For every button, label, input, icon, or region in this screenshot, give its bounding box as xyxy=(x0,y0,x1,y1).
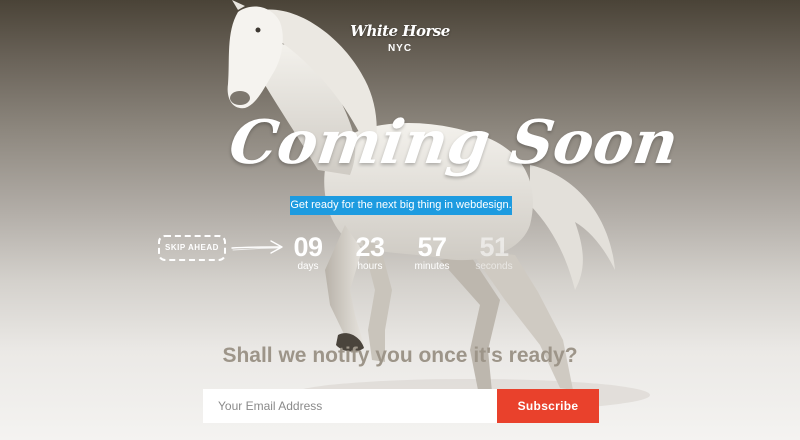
tagline-badge: Get ready for the next big thing in webd… xyxy=(290,196,512,215)
countdown-seconds: 51 seconds xyxy=(466,232,522,273)
brand-logo[interactable]: White Horse NYC xyxy=(350,22,450,54)
countdown-days: 09 days xyxy=(280,232,336,273)
horse-background-image xyxy=(227,0,650,411)
countdown-value: 57 xyxy=(417,232,447,262)
countdown-label: hours xyxy=(357,261,383,272)
countdown-label: days xyxy=(297,261,319,272)
countdown-minutes: 57 minutes xyxy=(404,232,460,273)
countdown-value: 23 xyxy=(355,232,385,262)
countdown-value: 51 xyxy=(479,232,509,262)
email-input[interactable] xyxy=(203,389,497,423)
brand-location: NYC xyxy=(387,43,413,54)
countdown-hours: 23 hours xyxy=(342,232,398,273)
countdown-value: 09 xyxy=(293,232,323,262)
subscribe-button[interactable]: Subscribe xyxy=(497,389,599,423)
notify-prompt: Shall we notify you once it's ready? xyxy=(222,344,578,367)
coming-soon-headline: Coming Soon xyxy=(225,108,683,178)
countdown-label: seconds xyxy=(475,261,513,272)
countdown-label: minutes xyxy=(414,261,450,272)
brand-name: White Horse xyxy=(350,22,450,40)
arrow-right-icon xyxy=(231,240,283,254)
skip-ahead-button[interactable]: SKIP AHEAD xyxy=(158,235,226,261)
